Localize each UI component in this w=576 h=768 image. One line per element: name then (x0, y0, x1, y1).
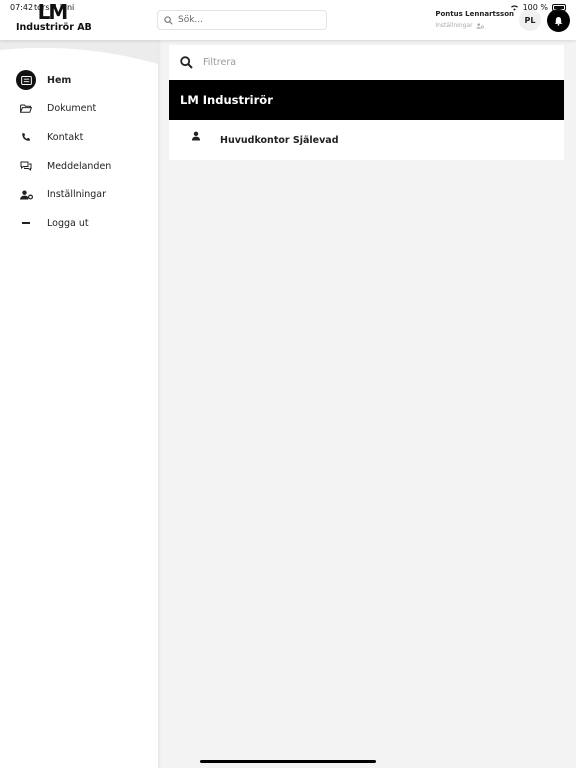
user-settings-label: Inställningar (435, 22, 473, 29)
list-item[interactable]: Huvudkontor Själevad (169, 120, 564, 160)
status-date: tors 4 juni (34, 3, 75, 12)
logo-name: Industrirör AB (16, 22, 92, 33)
sidebar-item-label: Dokument (47, 103, 97, 115)
person-icon (192, 131, 200, 141)
status-right: 100 % (510, 3, 566, 12)
user-gear-icon (475, 22, 484, 29)
status-bar: 07:42 tors 4 juni 100 % (0, 0, 576, 14)
sidebar-item-label: Meddelanden (47, 160, 112, 172)
chat-icon (16, 156, 36, 176)
sidebar-item-label: Kontakt (47, 131, 84, 143)
bell-icon (554, 16, 563, 26)
sidebar-item-settings[interactable]: Inställningar (0, 180, 158, 209)
sidebar-item-home[interactable]: Hem (0, 66, 158, 95)
search-icon (164, 15, 173, 25)
status-time: 07:42 (10, 3, 34, 12)
search-icon (180, 56, 193, 69)
filter-input[interactable] (203, 57, 543, 68)
phone-icon (16, 127, 36, 147)
wifi-icon (510, 5, 518, 11)
home-indicator[interactable] (200, 760, 376, 763)
user-settings-link[interactable]: Inställningar (435, 22, 514, 29)
battery-icon (552, 4, 566, 11)
sidebar-item-contact[interactable]: Kontakt (0, 123, 158, 152)
folder-icon (16, 99, 36, 119)
main-content: LM Industrirör Huvudkontor Själevad (169, 45, 564, 160)
sidebar: Hem Dokument Kontakt Meddelanden Inställ… (0, 40, 158, 768)
group-title: LM Industrirör (180, 93, 273, 107)
home-card-icon (16, 70, 36, 91)
sidebar-item-logout[interactable]: Logga ut (0, 209, 158, 238)
user-gear-icon (16, 185, 36, 205)
sidebar-item-documents[interactable]: Dokument (0, 95, 158, 124)
sidebar-item-label: Logga ut (47, 217, 89, 229)
sidebar-item-label: Hem (47, 74, 72, 86)
minus-icon (16, 213, 36, 233)
sidebar-nav: Hem Dokument Kontakt Meddelanden Inställ… (0, 66, 158, 238)
filter-bar[interactable] (169, 45, 564, 80)
search-input[interactable] (178, 15, 318, 25)
group-header: LM Industrirör (169, 80, 564, 120)
sidebar-item-messages[interactable]: Meddelanden (0, 152, 158, 181)
sidebar-item-label: Inställningar (47, 189, 107, 201)
list-item-label: Huvudkontor Själevad (220, 134, 339, 146)
sidebar-wave-decoration (0, 40, 158, 64)
battery-percent: 100 % (522, 3, 548, 12)
